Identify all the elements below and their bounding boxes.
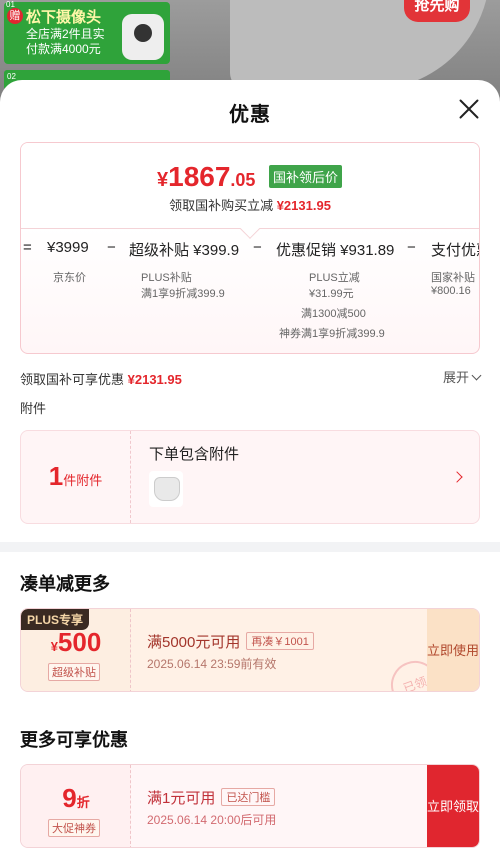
coupon-condition: 满1元可用 <box>147 790 216 807</box>
close-icon[interactable] <box>458 98 480 120</box>
promo-line1: PLUS立减 <box>309 272 360 284</box>
coupon-type-tag: 超级补贴 <box>48 663 100 681</box>
coupon-pill: 再凑￥1001 <box>246 632 314 650</box>
summary-amount: ¥2131.95 <box>127 372 182 387</box>
saving-label: 领取国补购买立减 <box>169 198 274 213</box>
jd-price-label: 京东价 <box>53 272 86 284</box>
pay-discount: 支付优惠 <box>431 242 479 259</box>
coupon-type-tag: 大促神券 <box>48 819 100 837</box>
camera-image <box>122 14 164 60</box>
coupon-validity: 2025.06.14 23:59前有效 <box>147 657 277 671</box>
promo-number-2: 02 <box>7 72 16 81</box>
coupon-validity: 2025.06.14 20:00后可用 <box>147 813 277 827</box>
coupon-condition-line: 满5000元可用 再凑￥1001 <box>147 631 314 652</box>
promo-discount: 优惠促销 ¥931.89 <box>276 242 395 259</box>
price-calc-row: = ¥3999 − 超级补贴 ¥399.9 − 优惠促销 ¥931.89 − 支… <box>21 239 479 263</box>
equals-sign: = <box>23 239 32 256</box>
coupon-value-area: 9折 大促神券 <box>21 765 131 847</box>
discount-sheet: 优惠 ¥1867.05 国补领后价 领取国补购买立减 ¥2131.95 = ¥3… <box>0 80 500 848</box>
coupon-amount: 9折 <box>21 783 131 814</box>
coupon-amount-unit: 折 <box>76 795 90 810</box>
coupon-amount-value: 9 <box>62 783 77 813</box>
minus-sign: − <box>407 239 416 256</box>
saving-amount: ¥2131.95 <box>276 198 331 213</box>
promo-line3: 满1300减500 <box>301 308 366 320</box>
coupon-value-area: PLUS专享 ¥500 超级补贴 <box>21 609 131 691</box>
minus-sign: − <box>253 239 262 256</box>
price-breakdown-card: ¥1867.05 国补领后价 领取国补购买立减 ¥2131.95 = ¥3999… <box>20 142 480 354</box>
final-price-area: ¥1867.05 国补领后价 领取国补购买立减 ¥2131.95 <box>21 143 479 229</box>
pay-line2: ¥800.16 <box>431 285 471 297</box>
accessory-count: 1件附件 <box>21 431 131 523</box>
price-currency: ¥ <box>157 169 169 191</box>
chevron-right-icon <box>451 471 463 483</box>
price-integer: 1867 <box>168 161 231 192</box>
summary-label: 领取国补可享优惠 <box>20 372 125 387</box>
summary-line: 领取国补可享优惠 ¥2131.95 <box>20 369 182 388</box>
expand-button[interactable]: 展开 <box>442 367 482 386</box>
chevron-down-icon <box>471 370 482 381</box>
super-subsidy-line2: 满1享9折减399.9 <box>141 288 225 300</box>
expand-label: 展开 <box>442 370 469 385</box>
minus-sign: − <box>107 239 116 256</box>
price-decimal: .05 <box>230 170 256 190</box>
accessory-section-label: 附件 <box>20 401 47 416</box>
coupon-condition: 满5000元可用 <box>147 634 241 651</box>
section-divider <box>0 542 500 552</box>
jd-price: ¥3999 <box>47 239 89 256</box>
section-title-more: 凑单减更多 <box>20 574 110 594</box>
final-price: ¥1867.05 <box>157 161 255 193</box>
accessory-count-number: 1 <box>48 461 64 491</box>
coupon-amount-value: 500 <box>57 627 102 657</box>
coupon-pill: 已达门槛 <box>221 788 276 806</box>
coupon-discount: 9折 大促神券 满1元可用 已达门槛 2025.06.14 20:00后可用 立即… <box>20 764 480 848</box>
subsidy-price-tag: 国补领后价 <box>269 165 343 188</box>
super-subsidy: 超级补贴 ¥399.9 <box>129 242 240 259</box>
coupon-currency: ¥ <box>50 639 58 654</box>
section-title-other: 更多可享优惠 <box>20 730 128 750</box>
accessory-count-unit: 件附件 <box>63 473 103 488</box>
super-subsidy-line1: PLUS补贴 <box>141 272 192 284</box>
rush-buy-badge: 抢先购 <box>404 0 470 22</box>
pay-line1: 国家补贴 <box>431 272 475 284</box>
coupon-condition-line: 满1元可用 已达门槛 <box>147 787 276 808</box>
subsidy-saving-line: 领取国补购买立减 ¥2131.95 <box>21 195 479 214</box>
accessory-card[interactable]: 1件附件 下单包含附件 <box>20 430 480 524</box>
coupon-amount: ¥500 <box>21 627 131 658</box>
coupon-plus: PLUS专享 ¥500 超级补贴 满5000元可用 再凑￥1001 2025.06… <box>20 608 480 692</box>
claim-now-button[interactable]: 立即领取 <box>427 765 479 847</box>
sheet-title: 优惠 <box>229 104 271 126</box>
promo-line4: 神券满1享9折减399.9 <box>279 328 385 340</box>
accessory-title: 下单包含附件 <box>149 446 240 463</box>
use-now-button[interactable]: 立即使用 <box>427 609 479 691</box>
gift-icon: 赠 <box>7 8 23 24</box>
promo-line2: ¥31.99元 <box>309 288 354 300</box>
promo-banner: 01 赠 松下摄像头 全店满2件且实 付款满4000元 <box>4 0 170 64</box>
accessory-thumbnail <box>149 471 183 507</box>
